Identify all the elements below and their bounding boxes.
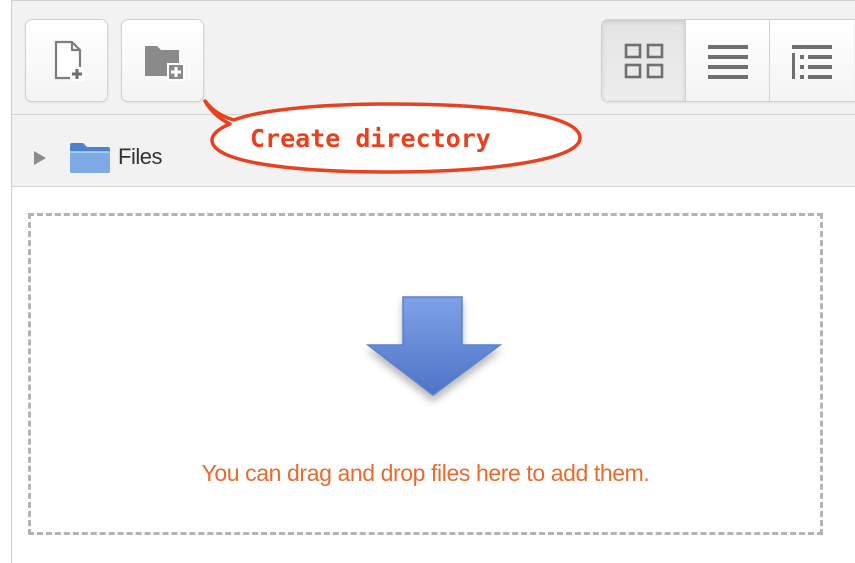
- folder-icon: [70, 143, 110, 173]
- view-icons-button[interactable]: [602, 20, 686, 101]
- grid-view-icon: [624, 43, 663, 78]
- download-arrow-icon: [365, 296, 503, 396]
- list-view-icon: [707, 44, 748, 79]
- view-details-button[interactable]: [686, 20, 770, 101]
- path-files-label[interactable]: Files: [118, 144, 162, 170]
- add-file-button[interactable]: [25, 19, 108, 102]
- view-tree-button[interactable]: [770, 20, 854, 101]
- view-mode-toggle: [601, 19, 855, 102]
- tree-view-icon: [792, 44, 832, 79]
- callout-label: Create directory: [250, 124, 491, 153]
- add-folder-icon: [144, 45, 185, 81]
- expand-arrow-icon[interactable]: [32, 150, 48, 166]
- add-file-icon: [54, 40, 84, 81]
- create-directory-button[interactable]: [121, 19, 204, 102]
- drop-zone-message: You can drag and drop files here to add …: [201, 460, 650, 486]
